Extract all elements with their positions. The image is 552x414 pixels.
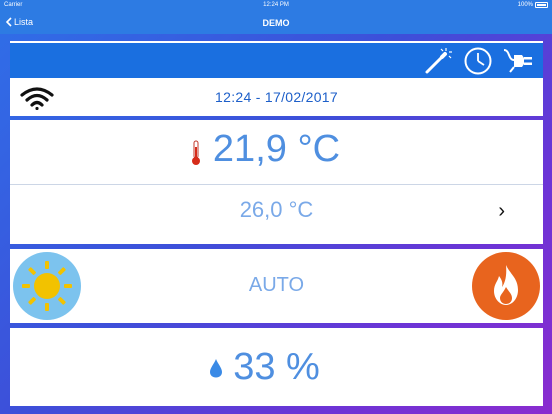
datetime-label: 12:24 - 17/02/2017 [215, 89, 338, 105]
fire-icon[interactable] [472, 252, 540, 320]
setpoint-temperature[interactable]: 26,0 °C [10, 197, 543, 223]
divider [10, 184, 543, 185]
battery-icon [535, 2, 548, 8]
mode-panel: AUTO [10, 249, 543, 323]
clock-icon[interactable] [463, 46, 493, 76]
status-time: 12:24 PM [263, 2, 289, 8]
magic-wand-icon[interactable] [422, 46, 452, 76]
page-title: DEMO [262, 18, 290, 28]
power-plug-icon[interactable] [502, 46, 532, 76]
humidity-panel: 33 % [10, 328, 543, 406]
humidity-value: 33 % [233, 346, 320, 388]
navigation-bar: Lista DEMO [0, 12, 552, 34]
mode-label[interactable]: AUTO [10, 274, 543, 297]
toolbar [10, 41, 543, 78]
datetime-row: 12:24 - 17/02/2017 [10, 78, 543, 116]
chevron-right-icon[interactable]: › [498, 200, 505, 223]
battery-indicator: 100% [518, 2, 548, 8]
battery-percent: 100% [517, 2, 533, 8]
status-bar: Carrier 12:24 PM 100% [0, 0, 552, 12]
temperature-panel: 21,9 °C 26,0 °C › [10, 120, 543, 244]
current-temperature: 21,9 °C [212, 128, 341, 170]
